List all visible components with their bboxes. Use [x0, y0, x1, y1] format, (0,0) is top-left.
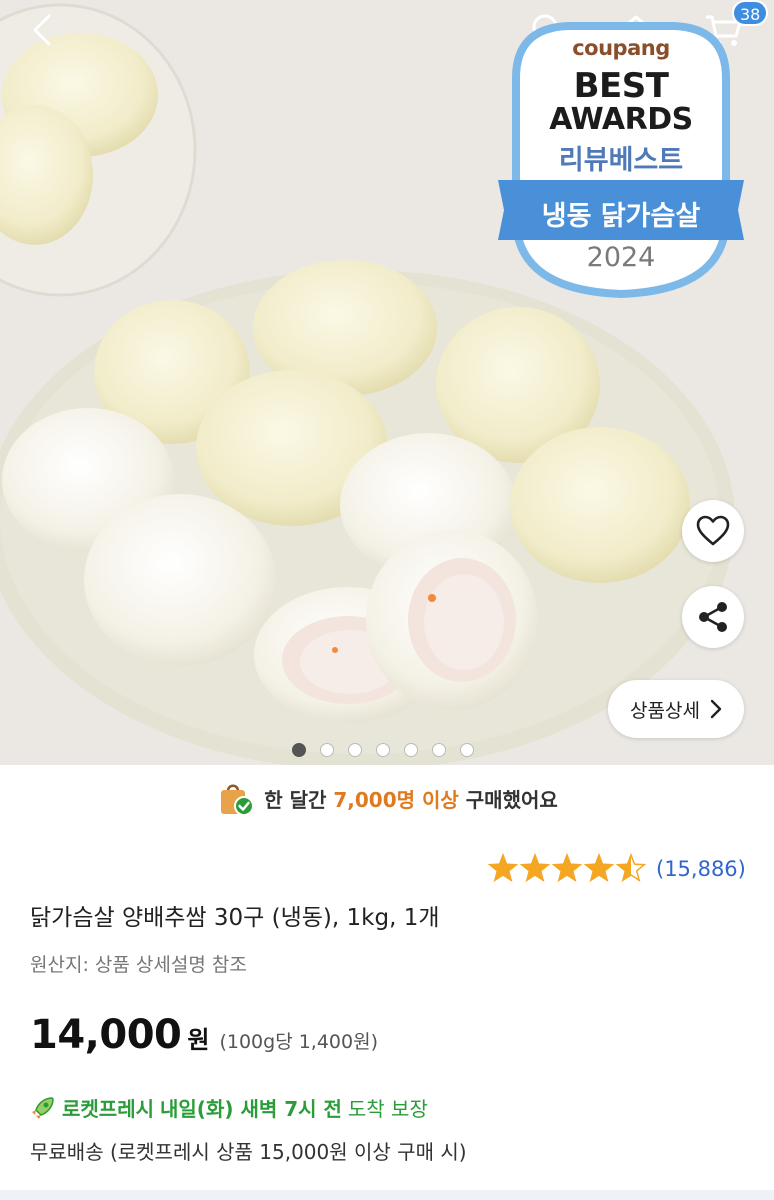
delivery-eta: 내일(화) 새벽 7시 전: [160, 1097, 342, 1121]
carousel-dot[interactable]: [320, 743, 334, 757]
award-review-best: 리뷰베스트: [558, 145, 684, 176]
rating-star: [551, 853, 583, 882]
rocket-fresh-label: 로켓프레시: [62, 1097, 154, 1121]
carousel-dot[interactable]: [432, 743, 446, 757]
unit-price: (100g당 1,400원): [219, 1031, 378, 1053]
share-button[interactable]: [682, 586, 744, 648]
product-origin: 원산지: 상품 상세설명 참조: [30, 954, 247, 976]
shipping-note: 무료배송 (로켓프레시 상품 15,000원 이상 구매 시): [30, 1140, 467, 1164]
shopping-bag-check-icon: [221, 784, 255, 816]
award-title-best: BEST: [573, 66, 669, 106]
delivery-info: 로켓프레시 내일(화) 새벽 7시 전 도착 보장: [30, 1093, 428, 1122]
sale-price: 14,000: [30, 1012, 182, 1058]
rating-star: [488, 853, 519, 882]
award-brand: coupang: [572, 36, 670, 60]
price-row: 14,000 원 (100g당 1,400원): [30, 1012, 378, 1058]
rating-star: [519, 853, 551, 882]
wishlist-button[interactable]: [682, 500, 744, 562]
purchase-prefix: 한 달간: [264, 787, 327, 812]
delivery-guarantee: 도착 보장: [347, 1097, 428, 1121]
carousel-dot[interactable]: [404, 743, 418, 757]
purchase-highlight: 7,000명 이상: [333, 787, 459, 812]
review-count[interactable]: (15,886): [656, 857, 746, 881]
purchase-count-banner: 한 달간 7,000명 이상 구매했어요: [0, 776, 774, 820]
section-divider: [0, 1190, 774, 1200]
award-category: 냉동 닭가슴살: [541, 201, 701, 232]
carousel-dot[interactable]: [460, 743, 474, 757]
carousel-dot[interactable]: [292, 743, 306, 757]
product-detail-button[interactable]: 상품상세: [608, 680, 744, 738]
rating-summary[interactable]: (15,886): [488, 850, 746, 888]
product-detail-label: 상품상세: [630, 699, 700, 722]
rating-star: [615, 853, 646, 882]
best-award-badge: coupang BEST AWARDS 리뷰베스트 냉동 닭가슴살 2024: [498, 18, 744, 300]
star-rating-icon: [488, 853, 646, 882]
rating-star: [583, 853, 615, 882]
rocket-icon: [32, 1096, 54, 1119]
back-chevron-icon[interactable]: [18, 6, 66, 54]
award-year: 2024: [586, 242, 656, 273]
product-title: 닭가슴살 양배추쌈 30구 (냉동), 1kg, 1개: [30, 905, 440, 931]
purchase-suffix: 구매했어요: [465, 787, 558, 812]
share-icon: [699, 602, 727, 632]
heart-outline-icon: [696, 515, 730, 546]
price-currency: 원: [187, 1026, 210, 1054]
carousel-dot[interactable]: [348, 743, 362, 757]
carousel-indicator[interactable]: [292, 743, 474, 757]
award-title-awards: AWARDS: [549, 102, 693, 137]
carousel-dot[interactable]: [376, 743, 390, 757]
chevron-right-icon: [710, 699, 722, 719]
product-image[interactable]: 38 coupang BEST AWARDS 리뷰베스트 냉동 닭가슴살 202…: [0, 0, 774, 765]
